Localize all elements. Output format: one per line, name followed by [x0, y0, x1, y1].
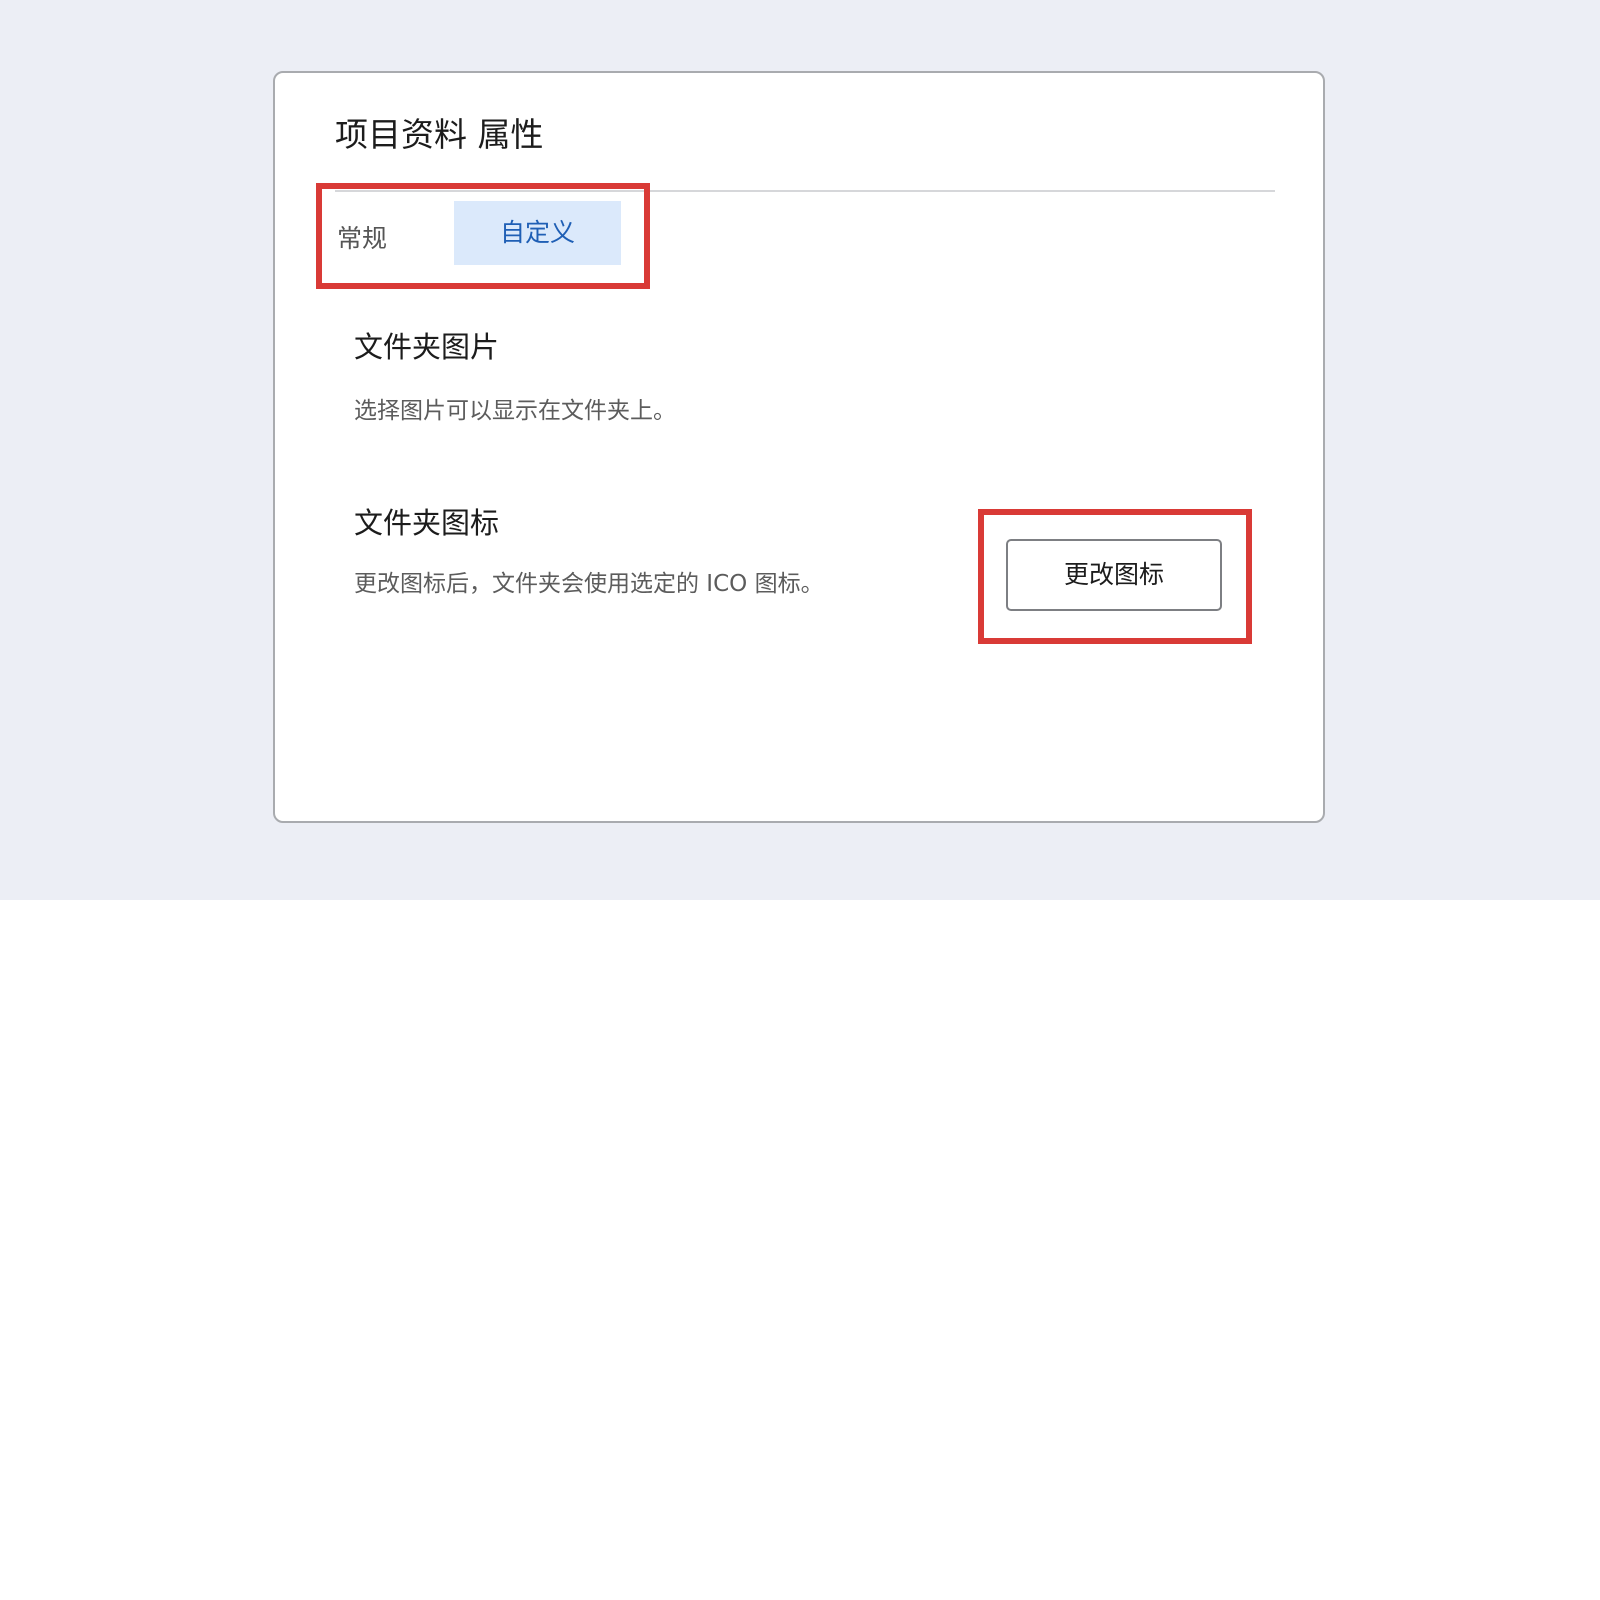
tab-divider: [335, 190, 1275, 192]
folder-picture-description: 选择图片可以显示在文件夹上。: [354, 398, 676, 424]
tab-general[interactable]: 常规: [337, 204, 417, 268]
folder-picture-heading: 文件夹图片: [354, 330, 500, 364]
tab-custom[interactable]: 自定义: [454, 201, 621, 265]
folder-icon-heading: 文件夹图标: [354, 506, 500, 540]
change-icon-button[interactable]: 更改图标: [1006, 539, 1222, 611]
dialog-title: 项目资料 属性: [335, 115, 544, 154]
properties-dialog: 项目资料 属性 常规 自定义 文件夹图片 选择图片可以显示在文件夹上。 文件夹图…: [273, 71, 1325, 823]
folder-icon-description: 更改图标后，文件夹会使用选定的 ICO 图标。: [354, 571, 824, 597]
